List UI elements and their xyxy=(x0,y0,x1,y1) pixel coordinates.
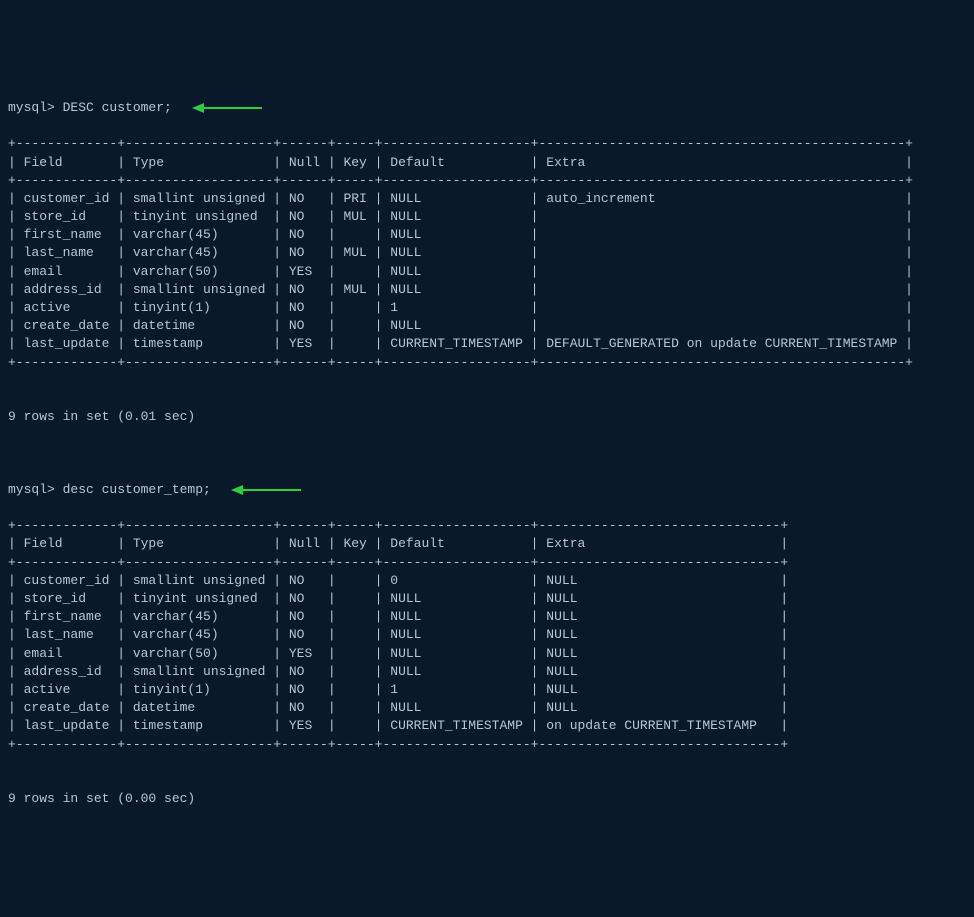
terminal-output: mysql> DESC customer; +-------------+---… xyxy=(8,81,966,827)
table-row: | address_id | smallint unsigned | NO | … xyxy=(8,281,966,299)
table-row: | first_name | varchar(45) | NO | | NULL… xyxy=(8,608,966,626)
table-row: | active | tinyint(1) | NO | | 1 | | xyxy=(8,299,966,317)
table-row: | address_id | smallint unsigned | NO | … xyxy=(8,663,966,681)
table-row: | active | tinyint(1) | NO | | 1 | NULL … xyxy=(8,681,966,699)
table-header-row: | Field | Type | Null | Key | Default | … xyxy=(8,535,966,553)
table-row: | email | varchar(50) | YES | | NULL | N… xyxy=(8,645,966,663)
blank-line xyxy=(8,754,966,772)
prompt-line-1: mysql> DESC customer; xyxy=(8,99,966,117)
sql-prompt-2: mysql> desc customer_temp; xyxy=(8,481,211,499)
table-separator: +-------------+-------------------+-----… xyxy=(8,554,966,572)
prompt-line-2: mysql> desc customer_temp; xyxy=(8,481,966,499)
rows-summary-1: 9 rows in set (0.01 sec) xyxy=(8,408,966,426)
table-separator: +-------------+-------------------+-----… xyxy=(8,135,966,153)
table-separator: +-------------+-------------------+-----… xyxy=(8,354,966,372)
table-row: | last_name | varchar(45) | NO | | NULL … xyxy=(8,626,966,644)
arrow-icon xyxy=(231,484,301,496)
table-row: | store_id | tinyint unsigned | NO | MUL… xyxy=(8,208,966,226)
table-row: | last_name | varchar(45) | NO | MUL | N… xyxy=(8,244,966,262)
blank-line xyxy=(8,372,966,390)
arrow-icon xyxy=(192,102,262,114)
table-row: | email | varchar(50) | YES | | NULL | | xyxy=(8,263,966,281)
table-row: | last_update | timestamp | YES | | CURR… xyxy=(8,717,966,735)
table-row: | customer_id | smallint unsigned | NO |… xyxy=(8,190,966,208)
table-2: +-------------+-------------------+-----… xyxy=(8,517,966,772)
table-1: +-------------+-------------------+-----… xyxy=(8,135,966,390)
table-row: | first_name | varchar(45) | NO | | NULL… xyxy=(8,226,966,244)
table-separator: +-------------+-------------------+-----… xyxy=(8,736,966,754)
table-row: | create_date | datetime | NO | | NULL |… xyxy=(8,317,966,335)
sql-prompt-1: mysql> DESC customer; xyxy=(8,99,172,117)
table-row: | customer_id | smallint unsigned | NO |… xyxy=(8,572,966,590)
table-row: | store_id | tinyint unsigned | NO | | N… xyxy=(8,590,966,608)
table-header-row: | Field | Type | Null | Key | Default | … xyxy=(8,154,966,172)
table-separator: +-------------+-------------------+-----… xyxy=(8,172,966,190)
table-row: | create_date | datetime | NO | | NULL |… xyxy=(8,699,966,717)
rows-summary-2: 9 rows in set (0.00 sec) xyxy=(8,790,966,808)
table-separator: +-------------+-------------------+-----… xyxy=(8,517,966,535)
table-row: | last_update | timestamp | YES | | CURR… xyxy=(8,335,966,353)
blank-line xyxy=(8,445,966,463)
